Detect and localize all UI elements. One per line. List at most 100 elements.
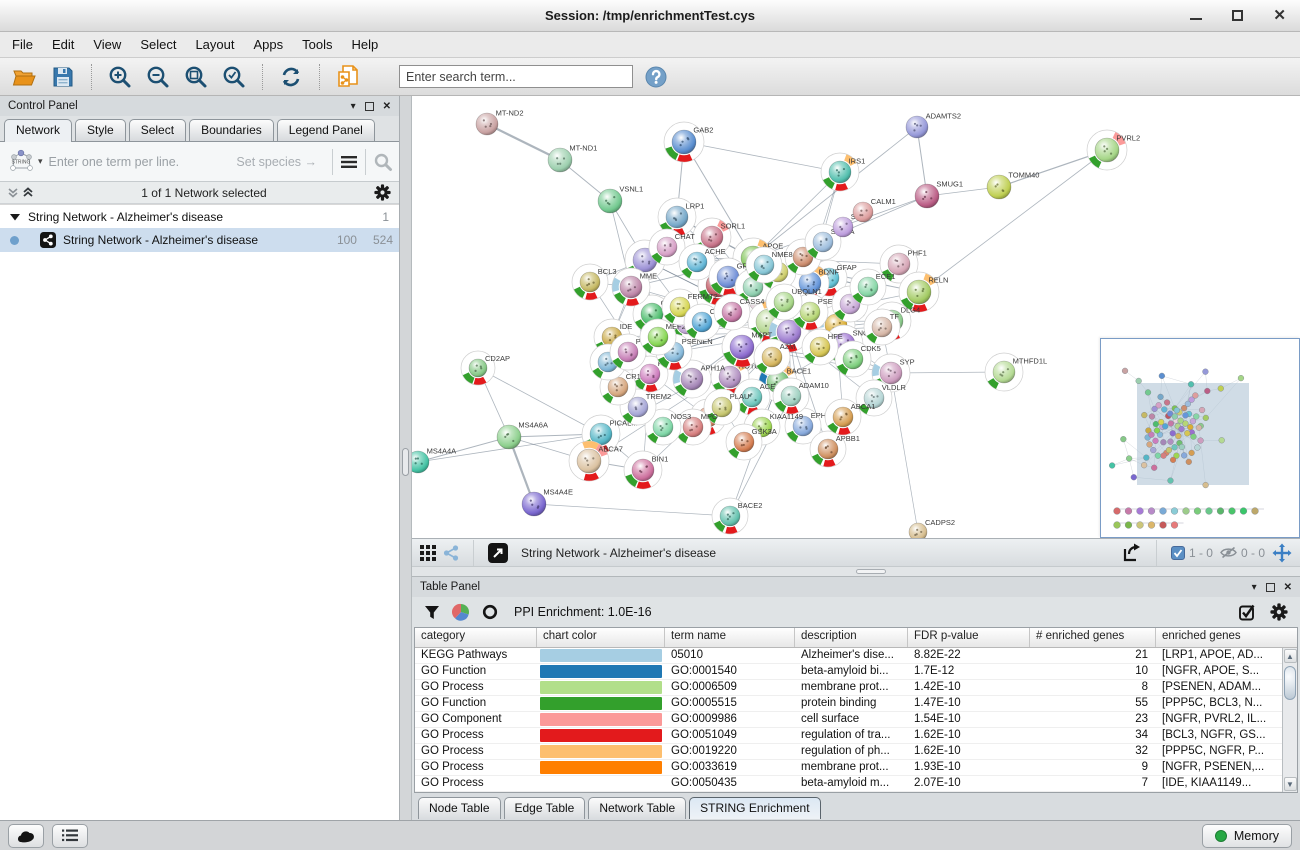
scroll-thumb[interactable]: [1284, 666, 1296, 700]
scroll-up-icon[interactable]: ▲: [1284, 649, 1297, 663]
panel-close-icon[interactable]: ✕: [383, 101, 391, 112]
network-node[interactable]: ECE1: [850, 269, 895, 305]
species-hint[interactable]: Set species →: [236, 155, 317, 169]
menu-item-edit[interactable]: Edit: [52, 37, 74, 52]
birdseye-overview[interactable]: [1100, 338, 1300, 538]
tab-network-table[interactable]: Network Table: [588, 797, 686, 819]
table-row[interactable]: GO ComponentGO:0009986cell surface1.54E-…: [415, 712, 1297, 728]
tab-style[interactable]: Style: [75, 119, 126, 141]
network-node[interactable]: BACE2: [712, 498, 762, 534]
gear-icon[interactable]: [374, 184, 391, 201]
import-network-button[interactable]: [333, 62, 363, 92]
menu-item-apps[interactable]: Apps: [254, 37, 284, 52]
column-header--enriched-genes[interactable]: # enriched genes: [1030, 628, 1156, 647]
tab-boundaries[interactable]: Boundaries: [189, 119, 274, 141]
table-row[interactable]: GO FunctionGO:0001540beta-amyloid bi...1…: [415, 664, 1297, 680]
menu-item-file[interactable]: File: [12, 37, 33, 52]
collapse-expand-icons[interactable]: [8, 187, 34, 199]
maximize-icon[interactable]: [1232, 10, 1243, 21]
tab-select[interactable]: Select: [129, 119, 186, 141]
pan-tool-icon[interactable]: [1272, 543, 1292, 563]
network-node[interactable]: TF: [864, 309, 900, 345]
memory-button[interactable]: Memory: [1202, 824, 1292, 848]
network-node[interactable]: MS4A6A: [497, 421, 548, 449]
open-in-window-icon[interactable]: [488, 543, 508, 563]
open-session-button[interactable]: [10, 62, 40, 92]
table-row[interactable]: GO ProcessGO:0033619membrane prot...1.93…: [415, 760, 1297, 776]
tab-string-enrichment[interactable]: STRING Enrichment: [689, 797, 820, 819]
tab-edge-table[interactable]: Edge Table: [504, 797, 586, 819]
column-header-category[interactable]: category: [415, 628, 537, 647]
splitter-handle[interactable]: [856, 569, 886, 574]
network-node[interactable]: APBB1: [810, 431, 860, 467]
zoom-fit-button[interactable]: [181, 62, 211, 92]
network-node[interactable]: BIN1: [624, 451, 668, 489]
task-history-button[interactable]: [52, 824, 88, 848]
tab-node-table[interactable]: Node Table: [418, 797, 501, 819]
minimize-icon[interactable]: [1190, 11, 1202, 20]
donut-reset-icon[interactable]: [482, 604, 498, 620]
panel-float-icon[interactable]: [1266, 583, 1275, 592]
menu-item-select[interactable]: Select: [140, 37, 176, 52]
table-row[interactable]: KEGG Pathways05010Alzheimer's dise...8.8…: [415, 648, 1297, 664]
menu-item-view[interactable]: View: [93, 37, 121, 52]
network-node[interactable]: ABCA7: [569, 441, 623, 481]
network-canvas[interactable]: MT-ND2MT-ND1VSNL1GAB2ADAMTS2SMUG1TOMM40P…: [412, 96, 1300, 538]
panel-close-icon[interactable]: ✕: [1284, 582, 1292, 593]
network-row-selected[interactable]: String Network - Alzheimer's disease 100…: [0, 228, 399, 252]
string-logo[interactable]: STRING ▾: [6, 148, 43, 176]
automation-panel-button[interactable]: [8, 824, 44, 848]
panel-float-icon[interactable]: [365, 102, 374, 111]
grid-mode-icon[interactable]: [420, 545, 436, 561]
tab-network[interactable]: Network: [4, 119, 72, 142]
network-node[interactable]: ABCA1: [825, 399, 875, 435]
menu-item-help[interactable]: Help: [352, 37, 379, 52]
export-network-icon[interactable]: [1122, 543, 1142, 563]
panel-menu-icon[interactable]: ▾: [1252, 582, 1257, 593]
panel-splitter[interactable]: [400, 96, 412, 820]
table-row[interactable]: GO ProcessGO:0051049regulation of tra...…: [415, 728, 1297, 744]
string-options-button[interactable]: [340, 155, 358, 169]
tab-legend-panel[interactable]: Legend Panel: [277, 119, 375, 141]
network-node[interactable]: TOMM40: [987, 171, 1039, 199]
network-node[interactable]: CD2AP: [461, 351, 510, 385]
share-view-icon[interactable]: [443, 545, 459, 561]
zoom-out-button[interactable]: [143, 62, 173, 92]
zoom-selected-button[interactable]: [219, 62, 249, 92]
splitter-handle[interactable]: [402, 448, 409, 476]
tree-expand-icon[interactable]: [10, 213, 20, 221]
table-row[interactable]: GO ProcessGO:0006509membrane prot...1.42…: [415, 680, 1297, 696]
column-header-enriched-genes[interactable]: enriched genes: [1156, 628, 1297, 647]
network-collection-row[interactable]: String Network - Alzheimer's disease 1: [0, 205, 399, 228]
table-row[interactable]: GO ProcessGO:0050435beta-amyloid m...2.0…: [415, 776, 1297, 792]
pie-chart-icon[interactable]: [452, 603, 470, 621]
table-scrollbar[interactable]: ▲ ▼: [1282, 648, 1297, 792]
string-search-button[interactable]: [373, 152, 393, 172]
table-splitter[interactable]: [412, 566, 1300, 576]
scroll-down-icon[interactable]: ▼: [1284, 777, 1297, 791]
table-row[interactable]: GO FunctionGO:0005515protein binding1.47…: [415, 696, 1297, 712]
save-session-button[interactable]: [48, 62, 78, 92]
zoom-in-button[interactable]: [105, 62, 135, 92]
column-header-description[interactable]: description: [795, 628, 908, 647]
network-node[interactable]: GAB2: [664, 122, 713, 162]
network-node[interactable]: MTHFD1L: [985, 353, 1047, 391]
column-header-FDR-p-value[interactable]: FDR p-value: [908, 628, 1030, 647]
string-query-input[interactable]: [49, 155, 237, 169]
column-header-chart-color[interactable]: chart color: [537, 628, 665, 647]
network-node[interactable]: VSNL1: [598, 185, 643, 213]
panel-menu-icon[interactable]: ▾: [351, 101, 356, 112]
gear-icon[interactable]: [1270, 603, 1288, 621]
network-node[interactable]: MT-ND1: [548, 144, 597, 172]
select-all-checkbox-icon[interactable]: [1239, 604, 1256, 621]
network-node[interactable]: ADAMTS2: [906, 111, 961, 138]
network-node[interactable]: SMUG1: [915, 180, 963, 208]
table-row[interactable]: GO ProcessGO:0019220regulation of ph...1…: [415, 744, 1297, 760]
close-icon[interactable]: ✕: [1273, 11, 1286, 21]
network-node[interactable]: ADAM10: [773, 378, 829, 414]
network-node[interactable]: BCL3: [572, 264, 617, 300]
column-header-term-name[interactable]: term name: [665, 628, 795, 647]
network-node[interactable]: IRS1: [821, 153, 865, 191]
refresh-button[interactable]: [276, 62, 306, 92]
help-button[interactable]: [641, 62, 671, 92]
